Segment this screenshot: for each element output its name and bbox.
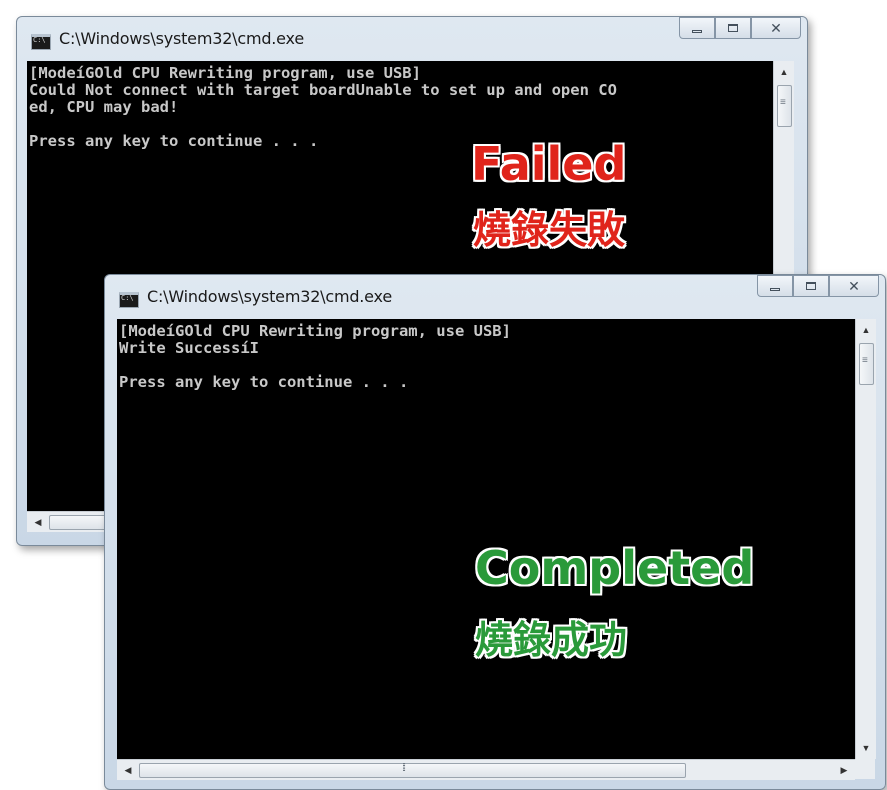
overlay-failed-chinese: 燒錄失敗 (473, 208, 626, 252)
horizontal-scroll-thumb[interactable] (139, 762, 686, 778)
title-bar[interactable]: C:\Windows\system32\cmd.exe ✕ (17, 17, 807, 57)
overlay-failed-label: Failed (471, 137, 627, 191)
close-icon: ✕ (770, 19, 782, 36)
cmd-icon (119, 292, 139, 308)
overlay-completed-chinese: 燒錄成功 (475, 618, 628, 662)
maximize-icon (728, 24, 738, 32)
console-text: [ModeíGOld CPU Rewriting program, use US… (119, 322, 511, 391)
scroll-down-arrow-icon[interactable]: ▼ (856, 739, 876, 757)
window-title: C:\Windows\system32\cmd.exe (59, 29, 304, 48)
scroll-thumb[interactable] (859, 343, 874, 385)
scroll-up-arrow-icon[interactable]: ▲ (774, 63, 794, 81)
cmd-icon (31, 34, 51, 50)
scroll-corner (855, 759, 875, 779)
maximize-icon (806, 282, 816, 290)
title-bar[interactable]: C:\Windows\system32\cmd.exe ✕ (105, 275, 885, 315)
scroll-right-arrow-icon[interactable]: ▶ (835, 760, 853, 780)
minimize-icon (770, 287, 780, 291)
close-button[interactable]: ✕ (829, 275, 879, 297)
scroll-up-arrow-icon[interactable]: ▲ (856, 321, 876, 339)
close-icon: ✕ (848, 277, 860, 294)
scroll-thumb[interactable] (777, 85, 792, 127)
maximize-button[interactable] (793, 275, 829, 297)
cmd-window-completed[interactable]: C:\Windows\system32\cmd.exe ✕ [ModeíGOld… (104, 274, 886, 790)
window-controls: ✕ (679, 17, 801, 39)
overlay-completed-label: Completed (475, 541, 755, 595)
window-title: C:\Windows\system32\cmd.exe (147, 287, 392, 306)
close-button[interactable]: ✕ (751, 17, 801, 39)
scroll-left-arrow-icon[interactable]: ◀ (29, 512, 47, 532)
vertical-scrollbar[interactable]: ▲ ▼ (855, 319, 876, 759)
minimize-button[interactable] (757, 275, 793, 297)
minimize-icon (692, 29, 702, 33)
minimize-button[interactable] (679, 17, 715, 39)
horizontal-scrollbar[interactable]: ◀ ▶ (117, 759, 855, 780)
console-output[interactable]: [ModeíGOld CPU Rewriting program, use US… (117, 319, 855, 759)
scroll-left-arrow-icon[interactable]: ◀ (119, 760, 137, 780)
maximize-button[interactable] (715, 17, 751, 39)
window-controls: ✕ (757, 275, 879, 297)
